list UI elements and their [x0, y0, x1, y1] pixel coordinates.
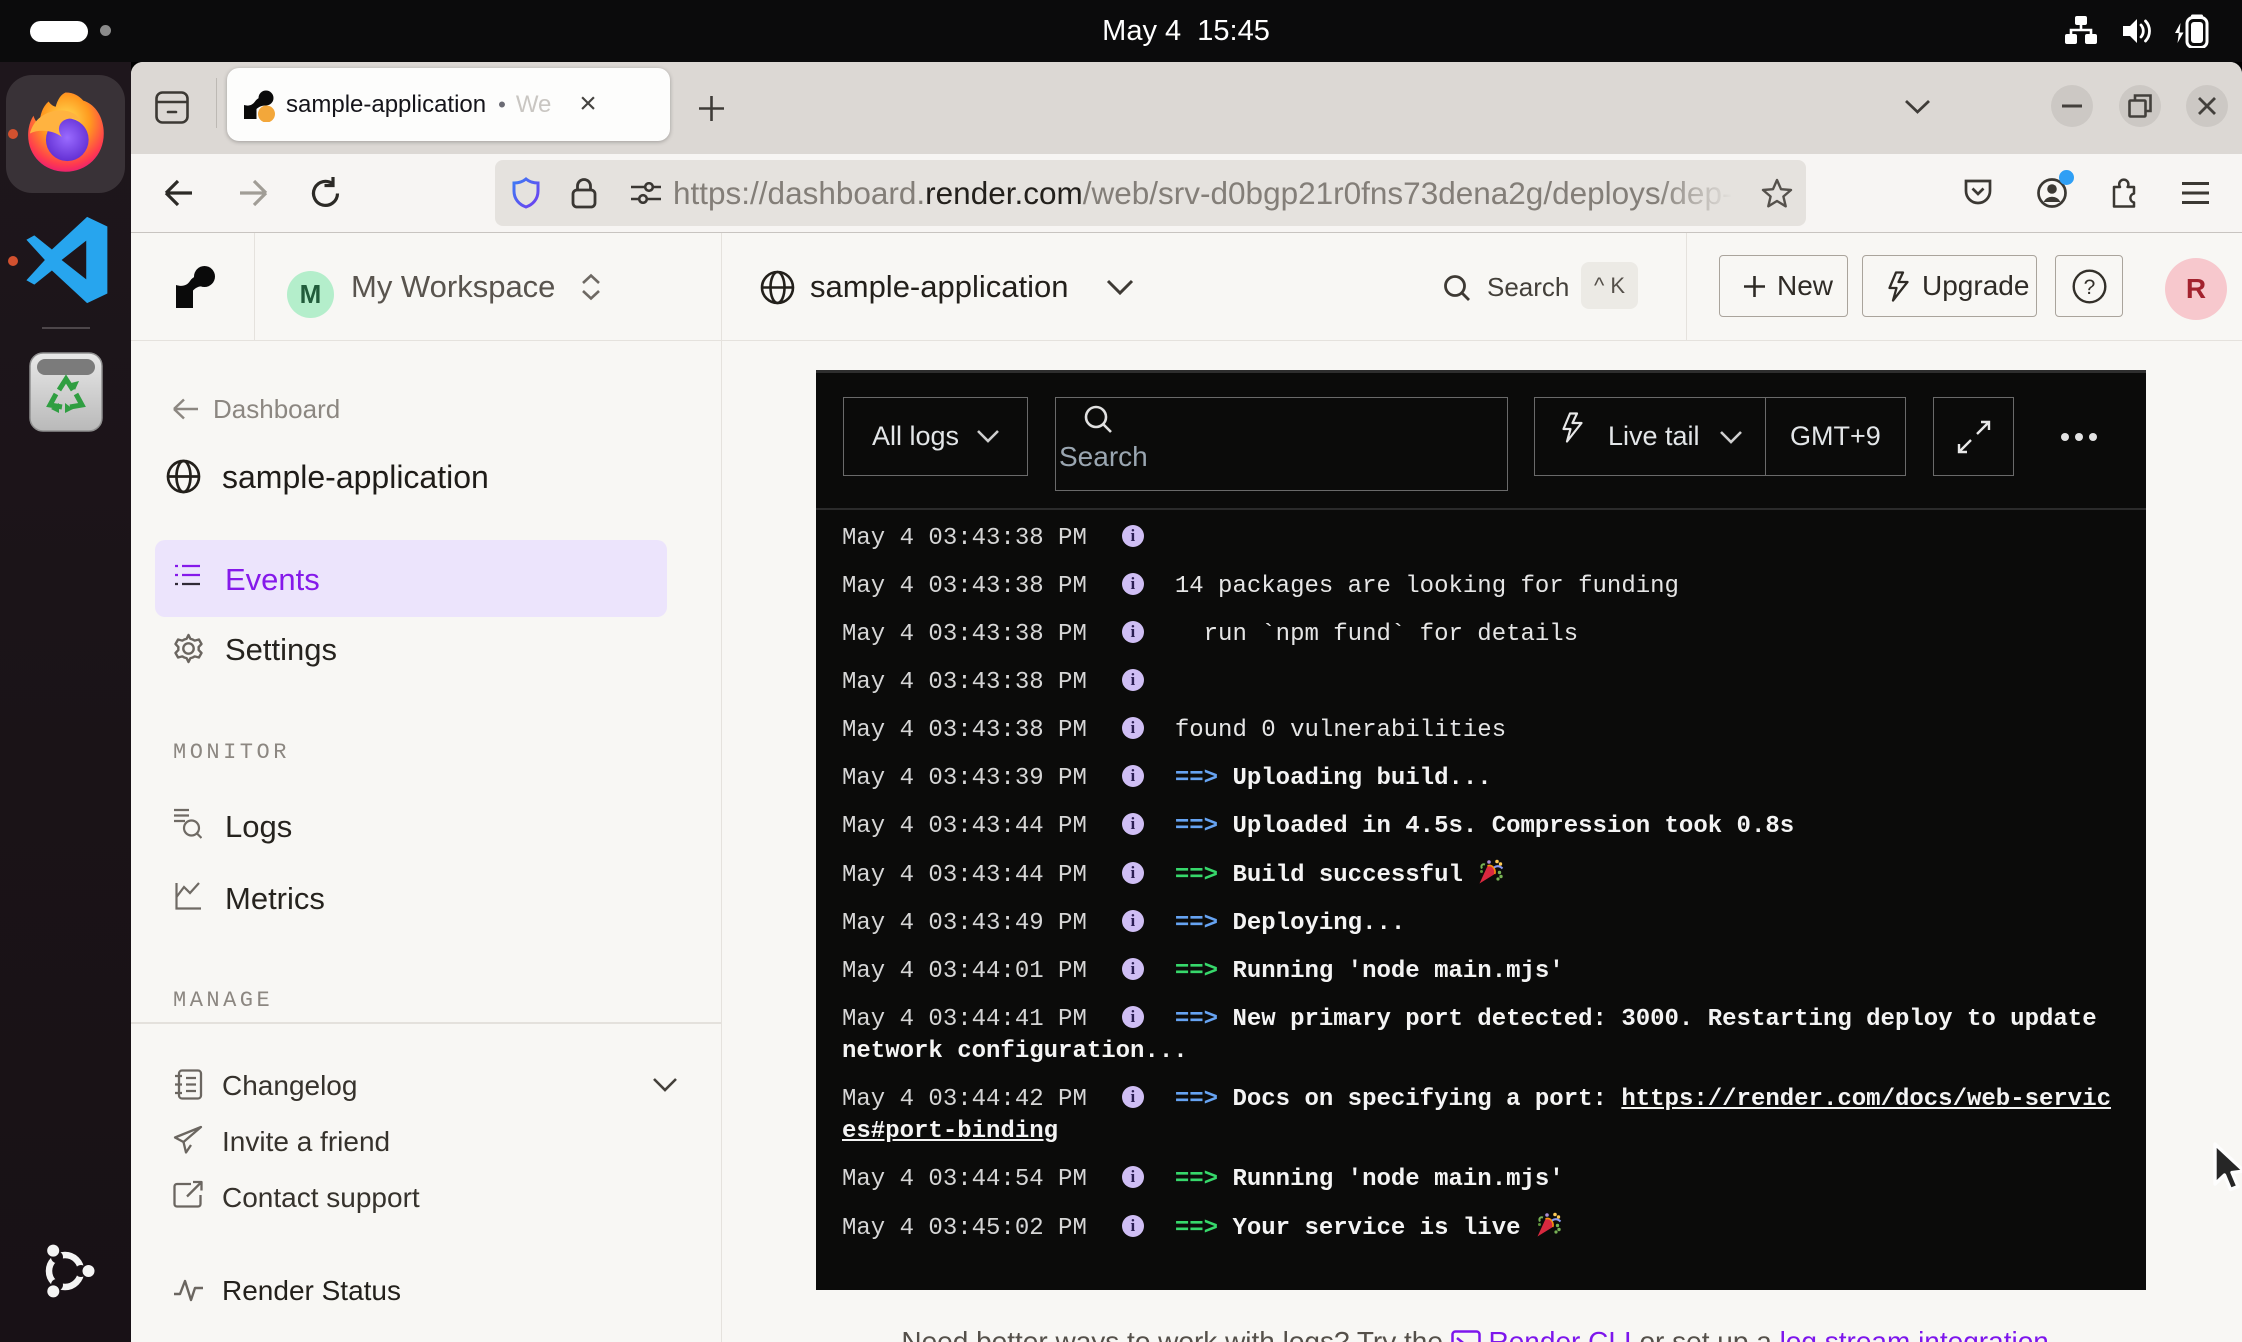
svg-text:?: ? — [2084, 276, 2096, 299]
